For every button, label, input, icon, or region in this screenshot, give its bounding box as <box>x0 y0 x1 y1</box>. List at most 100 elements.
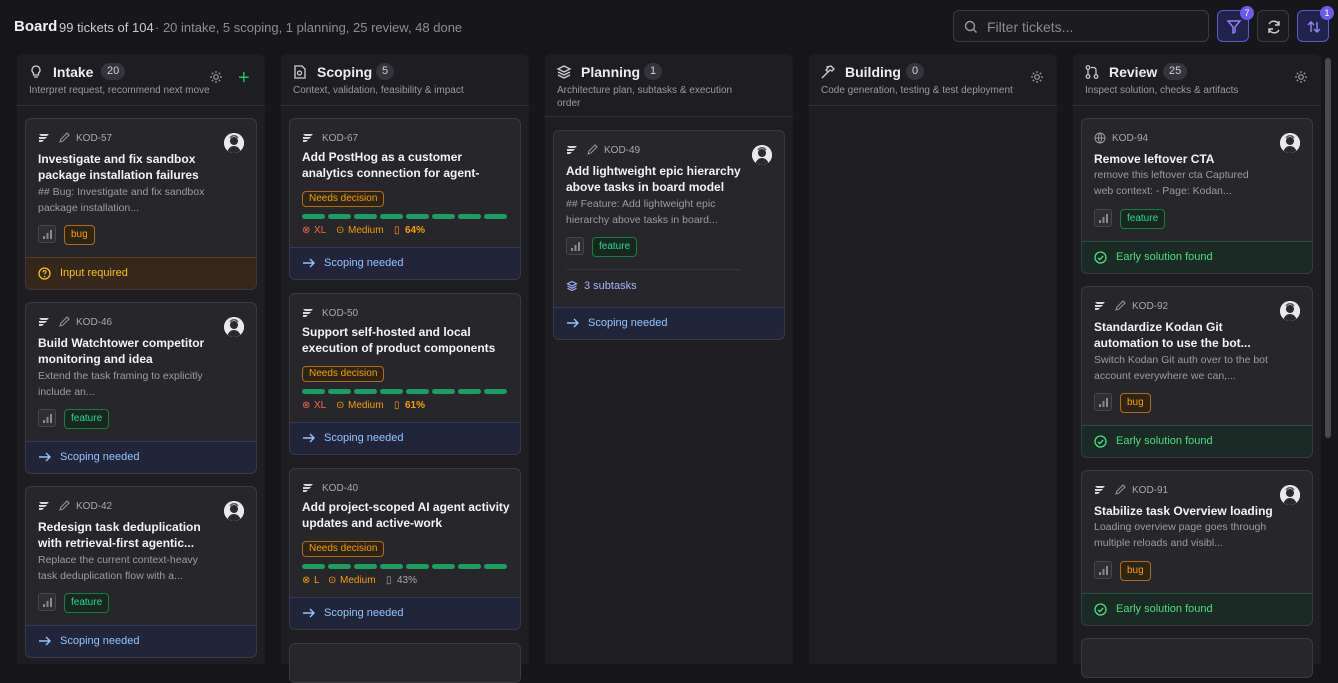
hammer-icon <box>821 65 835 79</box>
status-footer: Scoping needed <box>290 422 520 454</box>
kodan-icon <box>303 309 313 317</box>
confidence-bar <box>302 564 508 569</box>
status-footer: Scoping needed <box>290 597 520 629</box>
column-count: 25 <box>1163 63 1188 80</box>
gear-icon[interactable] <box>209 70 223 84</box>
column-title: Planning <box>581 64 641 80</box>
avatar <box>1280 485 1300 505</box>
progress-segment <box>354 214 377 219</box>
tag-badge: feature <box>1120 209 1166 229</box>
ticket-description: Loading overview page goes through multi… <box>1094 521 1267 549</box>
file-icon: ▯ <box>394 400 400 411</box>
page-title: Board <box>14 18 58 35</box>
document-icon <box>294 65 306 79</box>
priority-indicator <box>566 237 584 255</box>
gear-icon[interactable] <box>1030 70 1044 84</box>
progress-segment <box>380 389 403 394</box>
status-label: Scoping needed <box>324 432 404 444</box>
check-circle-icon <box>1094 251 1107 264</box>
ticket-id: KOD-50 <box>322 308 359 319</box>
ticket-description: ## Bug: Investigate and fix sandbox pack… <box>38 186 205 214</box>
ticket-id: KOD-46 <box>76 317 113 328</box>
sort-button[interactable]: 1 <box>1297 6 1334 42</box>
status-label: Scoping needed <box>324 607 404 619</box>
ticket-title: Support self-hosted and local execution … <box>302 325 496 355</box>
priority-indicator <box>1094 393 1112 411</box>
ticket-card[interactable]: KOD-92 Standardize Kodan Git automation … <box>1081 286 1313 458</box>
ticket-description: ## Feature: Add lightweight epic hierarc… <box>566 198 718 226</box>
avatar <box>1280 133 1300 153</box>
ticket-id: KOD-40 <box>322 483 359 494</box>
progress-segment <box>328 564 351 569</box>
column-subtitle: Code generation, testing & test deployme… <box>821 85 1013 96</box>
size-label: L <box>314 575 320 586</box>
ticket-card[interactable] <box>289 643 521 683</box>
progress-segment <box>484 214 507 219</box>
ticket-title: Add PostHog as a customer analytics conn… <box>302 150 480 180</box>
ticket-title: Add lightweight epic hierarchy above tas… <box>566 164 741 194</box>
ticket-card[interactable]: KOD-50 Support self-hosted and local exe… <box>289 293 521 455</box>
progress-segment <box>302 214 325 219</box>
column-scoping: Scoping 5 Context, validation, feasibili… <box>281 54 529 683</box>
size-label: XL <box>314 225 327 236</box>
arrow-right-icon <box>38 636 51 646</box>
progress-segment <box>328 389 351 394</box>
status-label: Input required <box>60 267 128 279</box>
progress-segment <box>484 564 507 569</box>
layers-icon <box>556 65 572 79</box>
ticket-id: KOD-42 <box>76 501 113 512</box>
progress-segment <box>354 389 377 394</box>
progress-segment <box>380 564 403 569</box>
ticket-card[interactable] <box>1081 638 1313 678</box>
column-header: Building 0 Code generation, testing & te… <box>809 54 1057 106</box>
size-icon: ⊗ <box>302 400 311 411</box>
gear-icon[interactable] <box>1294 70 1308 84</box>
progress-segment <box>302 389 325 394</box>
progress-segment <box>406 214 429 219</box>
ticket-card[interactable]: KOD-42 Redesign task deduplication with … <box>25 486 257 658</box>
ticket-card[interactable]: KOD-67 Add PostHog as a customer analyti… <box>289 118 521 280</box>
filter-placeholder: Filter tickets... <box>987 19 1074 35</box>
priority-indicator <box>1094 561 1112 579</box>
kodan-icon <box>39 134 49 142</box>
column-subtitle: Context, validation, feasibility & impac… <box>293 85 464 96</box>
column-building: Building 0 Code generation, testing & te… <box>809 54 1057 664</box>
question-icon <box>38 267 51 280</box>
ticket-card[interactable]: KOD-91 Stabilize task Overview loading L… <box>1081 470 1313 626</box>
progress-segment <box>432 564 455 569</box>
kodan-icon <box>1095 486 1105 494</box>
ticket-card[interactable]: KOD-40 Add project-scoped AI agent activ… <box>289 468 521 630</box>
ticket-card[interactable]: KOD-49 Add lightweight epic hierarchy ab… <box>553 130 785 340</box>
arrow-right-icon <box>302 608 315 618</box>
avatar <box>1280 301 1300 321</box>
sort-icon <box>1307 21 1321 33</box>
ticket-card[interactable]: KOD-46 Build Watchtower competitor monit… <box>25 302 257 474</box>
ticket-card[interactable]: KOD-57 Investigate and fix sandbox packa… <box>25 118 257 290</box>
priority-indicator <box>38 225 56 243</box>
refresh-button[interactable] <box>1257 10 1289 42</box>
column-review: Review 25 Inspect solution, checks & art… <box>1073 54 1321 678</box>
top-bar: Board 99 tickets of 104 · 20 intake, 5 s… <box>0 0 1338 54</box>
kodan-icon <box>303 484 313 492</box>
ticket-id: KOD-94 <box>1112 133 1149 144</box>
column-header: Scoping 5 Context, validation, feasibili… <box>281 54 529 106</box>
column-title: Review <box>1109 64 1158 80</box>
signal-bars-icon <box>43 230 52 239</box>
status-footer: Early solution found <box>1082 593 1312 625</box>
sort-badge: 1 <box>1320 6 1334 20</box>
status-label: Scoping needed <box>324 257 404 269</box>
tag-badge: feature <box>64 409 110 429</box>
confidence-label: 64% <box>405 225 426 236</box>
ticket-card[interactable]: KOD-94 Remove leftover CTA remove this l… <box>1081 118 1313 274</box>
progress-segment <box>354 564 377 569</box>
confidence-bar <box>302 389 508 394</box>
file-icon: ▯ <box>394 225 400 236</box>
layers-icon <box>566 280 578 292</box>
kodan-icon <box>39 318 49 326</box>
progress-segment <box>328 214 351 219</box>
ticket-title: Remove leftover CTA <box>1094 152 1215 166</box>
filter-input[interactable]: Filter tickets... <box>953 10 1209 42</box>
filter-button[interactable]: 7 <box>1217 6 1254 42</box>
add-ticket-button[interactable]: + <box>238 68 250 88</box>
scrollbar[interactable] <box>1325 58 1331 438</box>
